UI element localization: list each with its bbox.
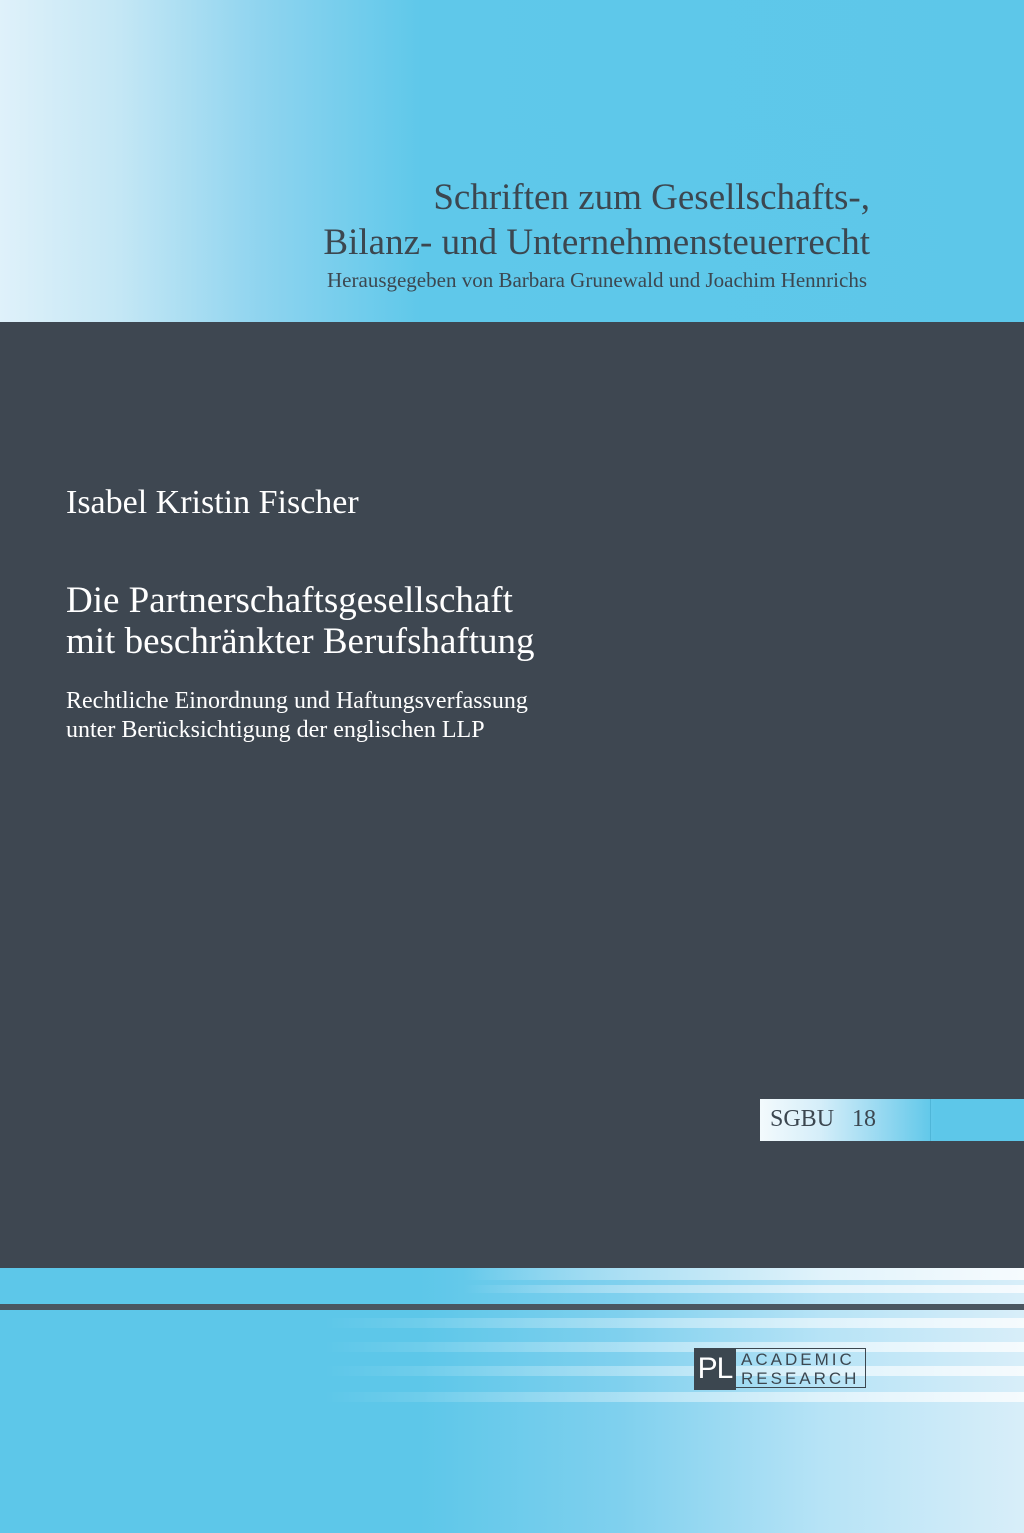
publisher-mark: PL — [694, 1348, 736, 1390]
publisher-name-line: RESEARCH — [741, 1369, 860, 1388]
publisher-band — [0, 1268, 1024, 1533]
publisher-name: ACADEMIC RESEARCH — [736, 1348, 866, 1388]
book-author: Isabel Kristin Fischer — [66, 484, 359, 521]
book-subtitle-line: unter Berücksichtigung der englischen LL… — [66, 717, 485, 743]
book-subtitle: Rechtliche Einordnung und Haftungsverfas… — [66, 687, 528, 745]
series-title-line: Bilanz- und Unternehmensteuerrecht — [323, 222, 870, 263]
decorative-stripe — [404, 1268, 1024, 1280]
series-header-band: Schriften zum Gesellschafts-, Bilanz- un… — [0, 0, 1024, 322]
tab-divider — [930, 1099, 931, 1141]
series-abbreviation: SGBU — [770, 1106, 835, 1132]
decorative-stripe — [464, 1285, 1024, 1293]
book-subtitle-line: Rechtliche Einordnung und Haftungsverfas… — [66, 688, 528, 714]
decorative-stripe — [224, 1342, 1024, 1352]
book-title-line: mit beschränkter Berufshaftung — [66, 621, 535, 662]
publisher-name-line: ACADEMIC — [741, 1350, 855, 1369]
decorative-stripe — [264, 1366, 1024, 1376]
decorative-stripe — [0, 1318, 1024, 1328]
series-volume-number: 18 — [852, 1106, 877, 1132]
book-title: Die Partnerschaftsgesellschaft mit besch… — [66, 580, 535, 662]
book-cover: Schriften zum Gesellschafts-, Bilanz- un… — [0, 0, 1024, 1533]
series-title-line: Schriften zum Gesellschafts-, — [433, 177, 870, 218]
decorative-rule — [0, 1304, 1024, 1310]
series-editors: Herausgegeben von Barbara Grunewald und … — [327, 268, 867, 292]
series-title: Schriften zum Gesellschafts-, Bilanz- un… — [323, 175, 870, 265]
decorative-stripe — [304, 1392, 1024, 1402]
series-volume-badge: SGBU 18 — [770, 1106, 876, 1133]
book-title-line: Die Partnerschaftsgesellschaft — [66, 580, 513, 621]
